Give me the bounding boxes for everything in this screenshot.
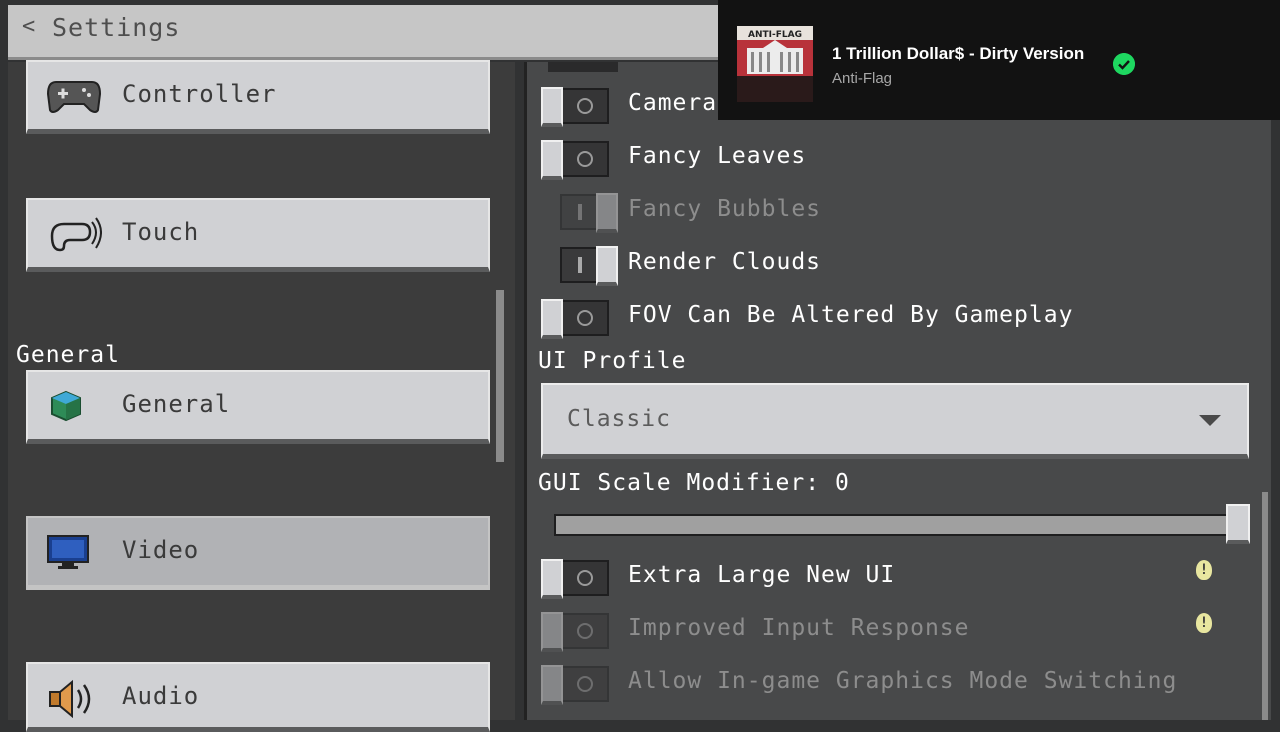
back-chevron-icon[interactable]: < <box>22 14 35 39</box>
info-icon[interactable]: ! <box>1196 560 1212 580</box>
sidebar-item-label: Audio <box>122 682 200 710</box>
check-circle-icon[interactable] <box>1113 53 1135 75</box>
gui-scale-label: GUI Scale Modifier: 0 <box>538 470 850 496</box>
option-label: Improved Input Response <box>628 615 970 641</box>
sidebar-item-video[interactable]: Video <box>26 516 490 590</box>
option-label: Render Clouds <box>628 249 822 275</box>
render-clouds-toggle[interactable] <box>550 246 618 286</box>
sidebar-item-label: Controller <box>122 80 277 108</box>
sidebar-scrollbar[interactable] <box>496 290 504 462</box>
svg-text:ANTI-FLAG: ANTI-FLAG <box>748 30 802 40</box>
clipped-toggle-top <box>548 62 618 72</box>
touch-hand-icon <box>50 217 102 252</box>
sidebar-item-label: Video <box>122 536 200 564</box>
option-label: FOV Can Be Altered By Gameplay <box>628 302 1074 328</box>
gui-scale-slider-knob[interactable] <box>1226 504 1250 544</box>
song-artist: Anti-Flag <box>832 70 893 87</box>
option-label: Fancy Bubbles <box>628 196 822 222</box>
chevron-down-icon <box>1199 415 1221 426</box>
sidebar-item-label: General <box>122 390 231 418</box>
sidebar-item-touch[interactable]: Touch <box>26 198 490 272</box>
gui-scale-slider[interactable] <box>554 514 1238 536</box>
song-title: 1 Trillion Dollar$ - Dirty Version <box>832 44 1085 63</box>
ui-profile-dropdown[interactable]: Classic <box>541 383 1249 459</box>
gamepad-icon <box>46 81 102 113</box>
dropdown-value: Classic <box>567 406 671 432</box>
graphics-mode-switching-toggle <box>541 665 609 705</box>
info-icon[interactable]: ! <box>1196 613 1212 633</box>
fancy-leaves-toggle[interactable] <box>541 140 609 180</box>
sidebar-item-audio[interactable]: Audio <box>26 662 490 732</box>
fov-gameplay-toggle[interactable] <box>541 299 609 339</box>
earth-block-icon <box>51 390 81 422</box>
monitor-icon <box>47 535 89 569</box>
option-label: Fancy Leaves <box>628 143 807 169</box>
camera-toggle[interactable] <box>541 87 609 127</box>
section-heading-general: General <box>16 342 120 368</box>
option-label: Camera <box>628 90 718 116</box>
option-label: Allow In-game Graphics Mode Switching <box>628 668 1178 694</box>
improved-input-toggle <box>541 612 609 652</box>
sidebar-item-label: Touch <box>122 218 200 246</box>
ui-profile-label: UI Profile <box>538 348 687 374</box>
sidebar-item-general[interactable]: General <box>26 370 490 444</box>
extra-large-ui-toggle[interactable] <box>541 559 609 599</box>
speaker-icon <box>49 679 91 718</box>
sidebar-item-controller[interactable]: Controller <box>26 60 490 134</box>
option-label: Extra Large New UI <box>628 562 896 588</box>
settings-sidebar: Controller Touch General General Video A… <box>8 60 515 732</box>
settings-scrollbar[interactable] <box>1262 492 1268 720</box>
fancy-bubbles-toggle <box>550 193 618 233</box>
page-title: Settings <box>52 13 181 42</box>
album-art: ANTI-FLAG <box>737 26 813 102</box>
